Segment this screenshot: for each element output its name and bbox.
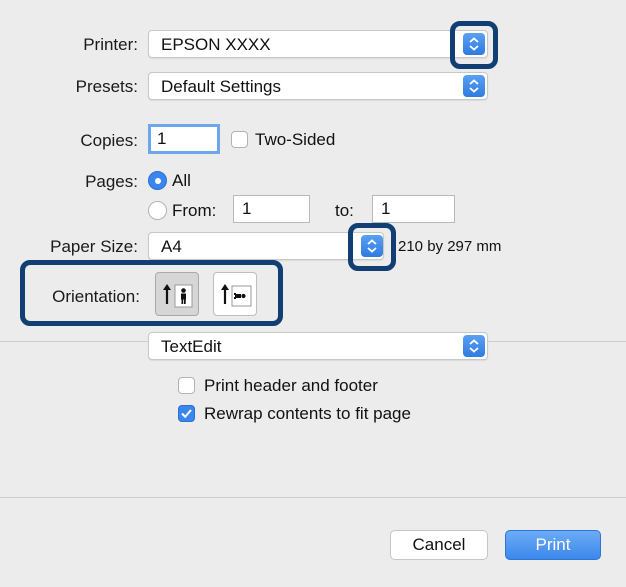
landscape-icon xyxy=(221,284,252,307)
print-header-footer-label: Print header and footer xyxy=(204,376,378,395)
pages-label: Pages: xyxy=(85,172,138,191)
pages-to-label: to: xyxy=(335,201,354,220)
print-button[interactable]: Print xyxy=(505,530,601,560)
pages-from-label: From: xyxy=(172,201,217,220)
separator-bottom xyxy=(0,497,626,498)
pages-from-field[interactable]: 1 xyxy=(233,195,310,223)
presets-chevron-icon[interactable] xyxy=(463,75,485,97)
pages-all-radio[interactable] xyxy=(148,171,167,190)
section-chevron-icon[interactable] xyxy=(463,335,485,357)
pages-to-field[interactable]: 1 xyxy=(372,195,455,223)
portrait-icon xyxy=(163,284,193,308)
section-popup-value: TextEdit xyxy=(161,337,222,356)
printer-label: Printer: xyxy=(83,35,138,54)
cancel-button[interactable]: Cancel xyxy=(390,530,488,560)
printer-chevron-icon[interactable] xyxy=(463,33,485,55)
presets-value: Default Settings xyxy=(161,77,282,96)
paper-size-label: Paper Size: xyxy=(50,237,138,256)
print-header-footer-checkbox[interactable] xyxy=(178,377,195,394)
pages-all-label: All xyxy=(172,171,191,190)
paper-size-dimensions: 210 by 297 mm xyxy=(398,238,502,255)
printer-value: EPSON XXXX xyxy=(161,35,271,54)
section-popup[interactable]: TextEdit xyxy=(148,332,488,360)
two-sided-checkbox[interactable] xyxy=(231,131,248,148)
presets-popup[interactable]: Default Settings xyxy=(148,72,488,100)
copies-field[interactable]: 1 xyxy=(148,124,220,154)
copies-label: Copies: xyxy=(80,131,138,150)
presets-label: Presets: xyxy=(75,77,138,96)
rewrap-contents-label: Rewrap contents to fit page xyxy=(204,404,411,423)
pages-from-radio[interactable] xyxy=(148,201,167,220)
landscape-orientation-button[interactable] xyxy=(213,272,257,316)
portrait-orientation-button[interactable] xyxy=(155,272,199,316)
paper-size-value: A4 xyxy=(161,237,182,256)
orientation-label: Orientation: xyxy=(52,287,140,306)
rewrap-contents-checkbox[interactable] xyxy=(178,405,195,422)
two-sided-label: Two-Sided xyxy=(255,130,336,149)
paper-size-chevron-icon[interactable] xyxy=(361,235,383,257)
printer-popup[interactable]: EPSON XXXX xyxy=(148,30,488,58)
checkmark-icon xyxy=(181,409,192,419)
